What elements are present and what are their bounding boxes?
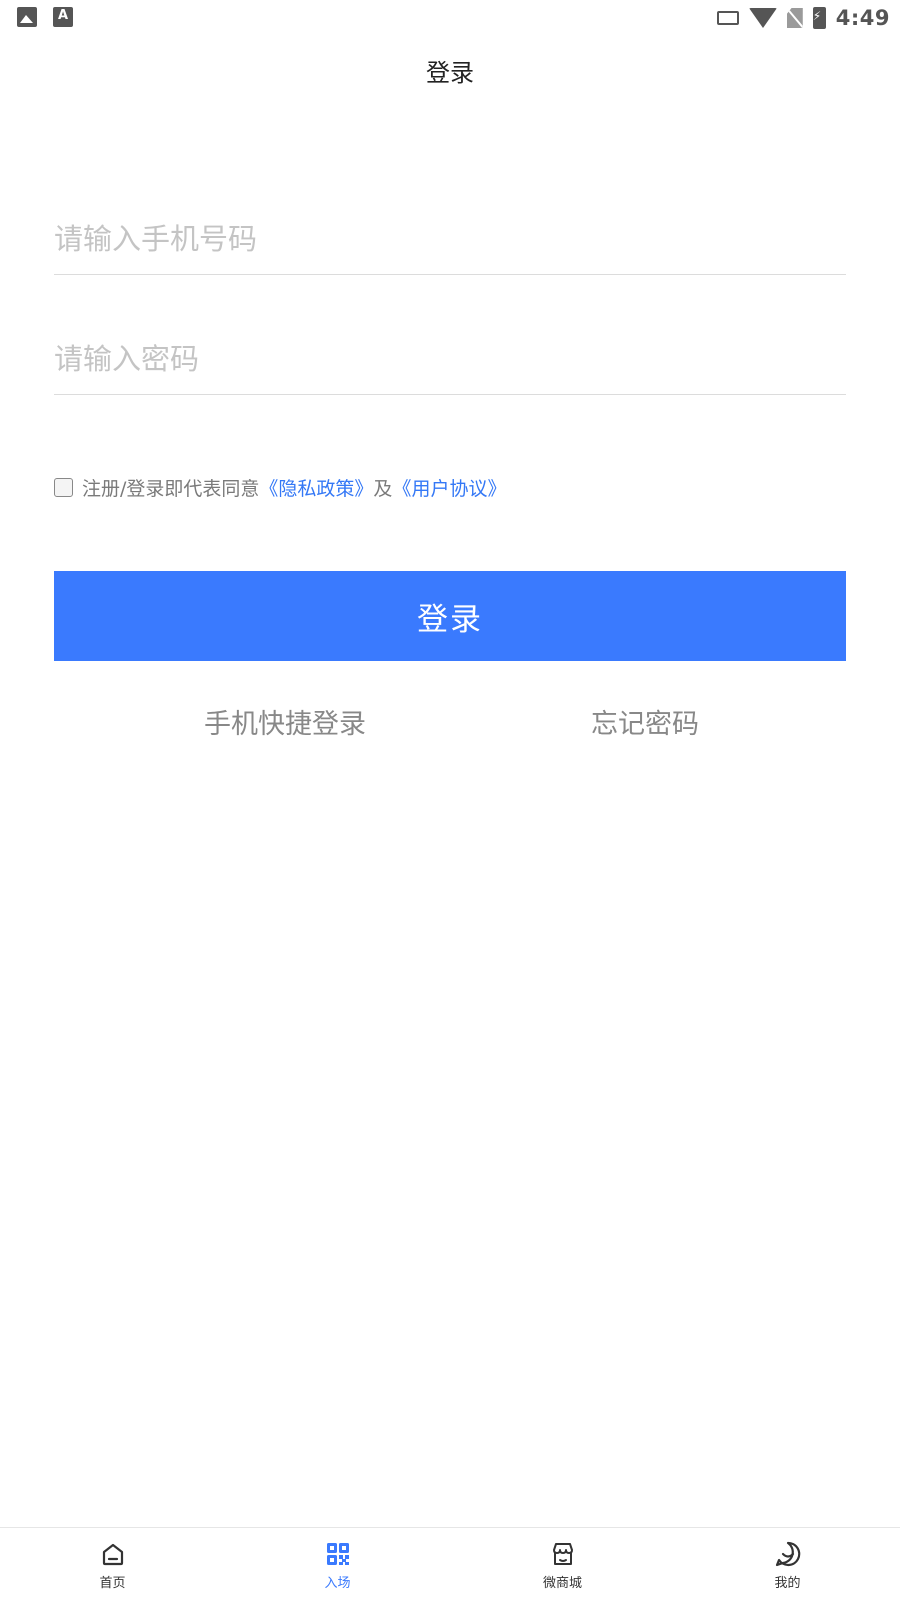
bottom-tab-bar: 首页 入场 微商城 我的 xyxy=(0,1527,900,1601)
profile-icon xyxy=(775,1541,800,1567)
agreement-row: 注册/登录即代表同意 《隐私政策》 及 《用户协议》 xyxy=(54,474,506,501)
tab-mine[interactable]: 我的 xyxy=(675,1528,900,1601)
home-icon xyxy=(102,1543,123,1566)
agreement-text: 注册/登录即代表同意 xyxy=(82,478,260,500)
a-icon: A xyxy=(53,7,73,27)
battery-icon xyxy=(812,7,826,29)
image-icon xyxy=(17,7,37,27)
agreement-and-text: 及 xyxy=(373,478,393,500)
shop-icon xyxy=(552,1543,573,1565)
status-bar: A 4:49 xyxy=(0,0,900,36)
status-time: 4:49 xyxy=(835,6,890,30)
no-sim-icon xyxy=(786,8,803,28)
phone-input[interactable] xyxy=(54,204,846,275)
forgot-password-link[interactable]: 忘记密码 xyxy=(591,702,699,741)
tab-shop-label: 微商城 xyxy=(542,1576,582,1591)
tab-home[interactable]: 首页 xyxy=(0,1528,225,1601)
status-right: 4:49 xyxy=(716,4,890,32)
cast-icon xyxy=(716,11,739,25)
user-agreement-link[interactable]: 《用户协议》 xyxy=(392,474,506,501)
quick-login-link[interactable]: 手机快捷登录 xyxy=(204,702,366,741)
agreement-checkbox[interactable] xyxy=(54,478,73,497)
tab-entry[interactable]: 入场 xyxy=(225,1528,450,1601)
password-input[interactable] xyxy=(54,324,846,395)
tab-entry-label: 入场 xyxy=(324,1576,351,1591)
page-title: 登录 xyxy=(426,59,474,87)
login-button[interactable]: 登录 xyxy=(54,571,846,661)
tab-mine-label: 我的 xyxy=(774,1576,801,1591)
status-left: A xyxy=(17,7,73,27)
privacy-policy-link[interactable]: 《隐私政策》 xyxy=(259,474,373,501)
tab-home-label: 首页 xyxy=(99,1576,126,1591)
wifi-icon xyxy=(748,8,777,28)
qr-code-icon xyxy=(326,1543,349,1565)
tab-shop[interactable]: 微商城 xyxy=(450,1528,675,1601)
